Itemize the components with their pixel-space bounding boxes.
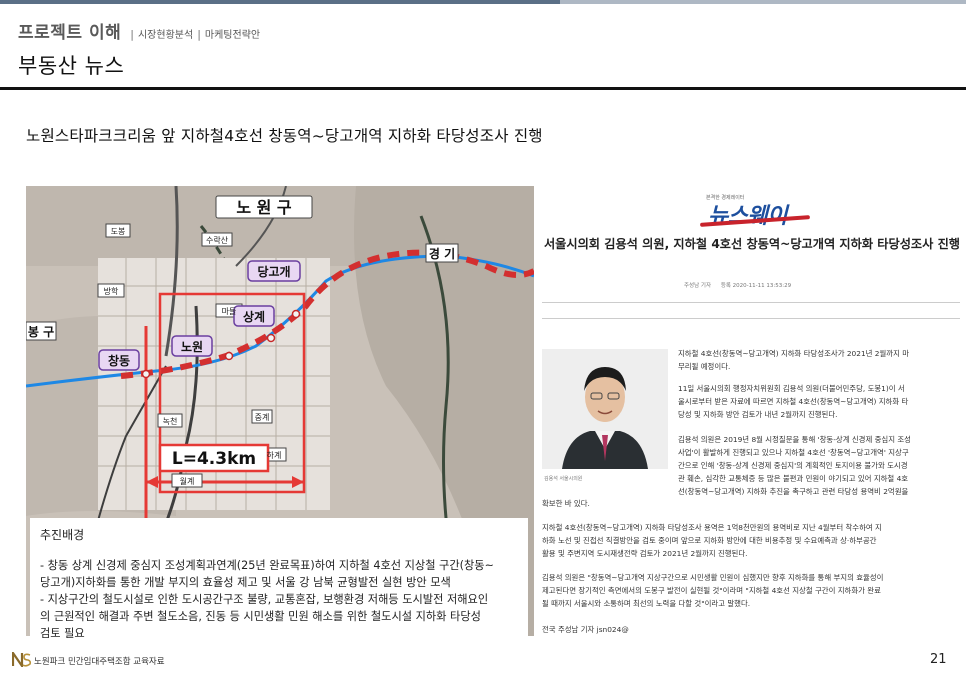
article-divider <box>542 318 960 319</box>
article-paragraph: 김용석 의원은 2019년 8월 시정질문을 통해 '창동-상계 신경제 중심지… <box>678 433 911 498</box>
map-place-madeul: 마들 <box>222 307 237 316</box>
map-place-dobong: 도봉 <box>111 227 126 236</box>
news-subtitle: 노원스타파크크리움 앞 지하철4호선 창동역~당고개역 지하화 타당성조사 진행 <box>26 127 543 145</box>
map-district-gyeonggi: 경 기 <box>429 246 455 261</box>
section-title: 프로젝트 이해 <box>18 23 122 43</box>
page-title: 부동산 뉴스 <box>18 54 125 78</box>
map-district-nowon: 노 원 구 <box>236 198 292 217</box>
article-paragraph: 김용석 의원은 "창동역~당고개역 지상구간으로 시민생활 민원이 심했지만 향… <box>542 571 883 610</box>
title-divider <box>0 87 966 90</box>
article-line: 김용석 의원은 2019년 8월 시정질문을 통해 '창동-상계 신경제 중심지… <box>678 435 911 444</box>
portrait-image <box>542 349 668 469</box>
top-accent-bar-light <box>560 0 966 4</box>
article-line: 지하철 4호선(창동역~당고개역) 지하화 타당성조사 용역은 1억8천만원의 … <box>542 523 882 532</box>
info-line: - 지상구간의 철도시설로 인한 도시공간구조 불량, 교통혼잡, 보행환경 저… <box>40 593 489 606</box>
top-accent-bar-dark <box>0 0 560 4</box>
article-line: 김용석 의원은 "창동역~당고개역 지상구간으로 시민생활 민원이 심했지만 향… <box>542 573 884 582</box>
info-line: 검토 필요 <box>40 627 85 640</box>
map-place-hagye: 하계 <box>267 450 282 460</box>
top-accent-bar <box>0 0 966 8</box>
crumb-separator: | <box>197 28 201 41</box>
article-line: 사업'이 활발하게 진행되고 있으나 지하철 4호선 '창동역~당고개역' 지상… <box>678 448 909 457</box>
info-line: 의 근원적인 해결과 주변 철도소음, 진동 등 시민생활 민원 해소를 위한 … <box>40 610 481 623</box>
article-line: 간으로 인해 '창동-상계 신경제 중심지'의 계획적인 토지이용 불가와 도시… <box>678 461 908 470</box>
map-place-wolgye: 월계 <box>180 476 195 486</box>
map-district-dobong: 봉 구 <box>28 325 54 339</box>
org-logo-icon <box>12 652 32 667</box>
article-line: 활용 및 주변지역 도시재생전략 검토가 2021년 2월까지 진행된다. <box>542 549 748 558</box>
station-changdong-label: 창동 <box>108 353 130 368</box>
article-line: 전국 주성남 기자 jsn024@ <box>542 625 629 634</box>
article-line: 하화 노선 및 진접선 직결방안을 검토 중이며 앞으로 지하화 방안에 대한 … <box>542 536 877 545</box>
crumb-separator: | <box>130 28 134 41</box>
crumb-marketing-strategy: 마케팅전략안 <box>204 30 261 41</box>
article-paragraph: 지하철 4호선(창동역~당고개역) 지하화 타당성조사 용역은 1억8천만원의 … <box>542 521 882 560</box>
article-paragraph: 확보한 바 있다. <box>542 497 590 510</box>
article-paragraph: 11일 서울시의회 행정자치위원회 김용석 의원(더불어민주당, 도봉1)이 서… <box>678 382 908 421</box>
photo-caption: 김용석 서울시의원 <box>544 476 583 482</box>
map-place-suraksan: 수락산 <box>206 235 229 245</box>
news-article-clipping: 본격한 경제레이터 뉴스웨이 서울시의회 김용석 의원, 지하철 4호선 창동역… <box>534 186 966 636</box>
article-line: 지하철 4호선(창동역~당고개역) 지하화 타당성조사가 2021년 2월까지 … <box>678 349 910 358</box>
map-place-banghak: 방학 <box>104 286 119 296</box>
article-divider <box>542 302 960 303</box>
article-date: 등록 2020-11-11 13:53:29 <box>720 283 792 289</box>
lawmaker-photo <box>542 349 668 469</box>
info-line: 당고개)지하화를 통한 개발 부지의 효율성 제고 및 서울 강 남북 균형발전… <box>40 576 451 589</box>
article-line: 당성 및 지하화 방안 검토가 내년 2월까지 진행된다. <box>678 410 838 419</box>
crumb-market-analysis: 시장현황분석 <box>137 30 194 41</box>
article-line: 될 때까지 서울시와 소통하며 최선의 노력을 다할 것"이라고 말했다. <box>542 599 751 608</box>
station-danggogae-label: 당고개 <box>257 264 290 279</box>
article-line: 11일 서울시의회 행정자치위원회 김용석 의원(더불어민주당, 도봉1)이 서 <box>678 384 905 393</box>
station-nowon-label: 노원 <box>181 340 203 354</box>
map-place-junggye: 중계 <box>255 412 270 422</box>
article-headline: 서울시의회 김용석 의원, 지하철 4호선 창동역~당고개역 지하화 타당성조사… <box>543 237 961 251</box>
article-line: 확보한 바 있다. <box>542 499 590 508</box>
route-distance-label: L=4.3km <box>172 449 256 469</box>
background-info-box: 추진배경 - 창동 상계 신경제 중심지 조성계획과연계(25년 완료목표)하여… <box>30 518 528 640</box>
article-reporter: 주성남 기자 <box>684 283 712 289</box>
map-place-nokcheon: 녹천 <box>163 416 178 426</box>
info-heading: 추진배경 <box>40 528 85 542</box>
article-line: 울시로부터 받은 자료에 따르면 지하철 4호선(창동역~당고개역) 지하화 타 <box>678 397 909 406</box>
info-line: - 창동 상계 신경제 중심지 조성계획과연계(25년 완료목표)하여 지하철 … <box>40 559 494 572</box>
article-paragraph: 지하철 4호선(창동역~당고개역) 지하화 타당성조사가 2021년 2월까지 … <box>678 347 909 373</box>
article-byline: 주성남 기자 등록 2020-11-11 13:53:29 <box>684 281 791 289</box>
article-line: 제고된다면 장기적인 측면에서의 도봉구 발전이 실현될 것"이라며 "지하철 … <box>542 586 881 595</box>
article-paragraph: 전국 주성남 기자 jsn024@ <box>542 623 629 636</box>
article-line: 관 훼손, 심각한 교통체증 등 많은 불편과 민원이 야기되고 있어 지하철 … <box>678 474 909 483</box>
article-line: 무리될 예정이다. <box>678 362 731 371</box>
station-sanggye-label: 상계 <box>243 309 265 324</box>
page-number: 21 <box>930 652 947 667</box>
footer-org-name: 노원파크 민간임대주택조합 교육자료 <box>34 657 165 667</box>
article-line: 선(창동역~당고개역) 지하화 추진을 촉구하고 관련 타당성 용역비 2억원을 <box>678 487 909 496</box>
section-header: 프로젝트 이해 | 시장현황분석 | 마케팅전략안 <box>18 18 260 43</box>
